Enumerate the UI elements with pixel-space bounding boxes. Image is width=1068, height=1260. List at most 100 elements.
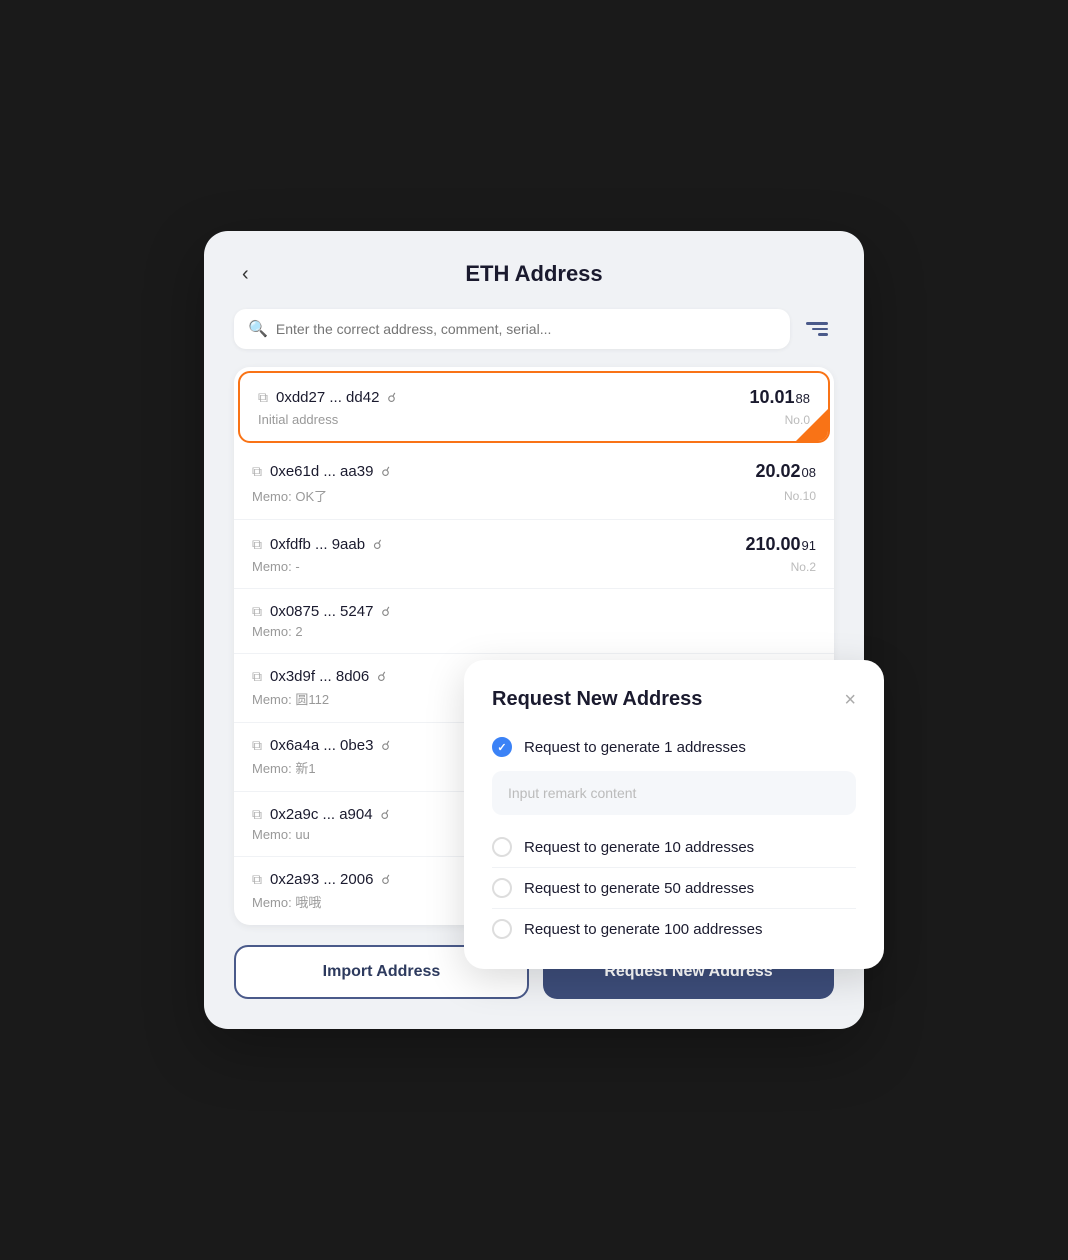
address-row-top: ⧉ 0xfdfb ... 9aab ☌ 210.00 91 [252, 534, 816, 555]
balance-small: 91 [802, 538, 816, 553]
search-input[interactable] [276, 321, 776, 337]
address-left: ⧉ 0xdd27 ... dd42 ☌ [258, 389, 396, 406]
no-badge: No.10 [784, 489, 816, 503]
balance-main: 10.01 [749, 387, 794, 408]
radio-option-2[interactable] [492, 878, 512, 898]
option-row: Request to generate 10 addresses [492, 831, 856, 863]
address-search-icon[interactable]: ☌ [373, 537, 382, 553]
option-row-2: Request to generate 50 addresses [492, 872, 856, 909]
filter-line-2 [812, 328, 828, 331]
divider [492, 867, 856, 868]
radio-option-0[interactable]: ✓ [492, 737, 512, 757]
active-corner [796, 409, 828, 441]
back-button[interactable]: ‹ [234, 259, 257, 290]
address-search-icon[interactable]: ☌ [381, 604, 390, 620]
filter-button[interactable] [800, 316, 834, 342]
address-item[interactable]: ⧉ 0x0875 ... 5247 ☌ Memo: 2 [234, 589, 834, 654]
option-row: Request to generate 50 addresses [492, 872, 856, 904]
radio-option-3[interactable] [492, 919, 512, 939]
balance-small: 88 [796, 391, 810, 406]
radio-check-icon: ✓ [497, 741, 506, 754]
address-left: ⧉ 0x0875 ... 5247 ☌ [252, 603, 390, 620]
memo-text: Memo: uu [252, 827, 310, 842]
address-row-top: ⧉ 0xdd27 ... dd42 ☌ 10.01 88 [258, 387, 810, 408]
address-left: ⧉ 0x2a93 ... 2006 ☌ [252, 871, 390, 888]
address-search-icon[interactable]: ☌ [377, 669, 386, 685]
address-text: 0x2a93 ... 2006 [270, 871, 373, 888]
divider [492, 908, 856, 909]
copy-icon[interactable]: ⧉ [252, 668, 262, 685]
radio-option-1[interactable] [492, 837, 512, 857]
copy-icon[interactable]: ⧉ [252, 737, 262, 754]
address-search-icon[interactable]: ☌ [381, 872, 390, 888]
modal-header: Request New Address × [492, 688, 856, 711]
modal-title: Request New Address [492, 688, 702, 711]
memo-text: Memo: 新1 [252, 758, 316, 777]
balance: 10.01 88 [749, 387, 810, 408]
search-input-wrap: 🔍 [234, 309, 790, 349]
remark-input[interactable] [492, 771, 856, 815]
address-left: ⧉ 0x2a9c ... a904 ☌ [252, 806, 389, 823]
address-row-bottom: Memo: - No.2 [252, 559, 816, 574]
app-container: ‹ ETH Address 🔍 ⧉ 0xdd27 ... dd42 ☌ [204, 231, 864, 1029]
address-row-bottom: Initial address No.0 [258, 412, 810, 427]
address-search-icon[interactable]: ☌ [387, 390, 396, 406]
address-text: 0xfdfb ... 9aab [270, 536, 365, 553]
address-item[interactable]: ⧉ 0xe61d ... aa39 ☌ 20.02 08 Memo: OK了 N… [234, 447, 834, 520]
address-text: 0x0875 ... 5247 [270, 603, 373, 620]
balance-small: 08 [802, 465, 816, 480]
memo-text: Memo: OK了 [252, 486, 327, 505]
copy-icon[interactable]: ⧉ [252, 871, 262, 888]
address-text: 0x2a9c ... a904 [270, 806, 373, 823]
option-label-1: Request to generate 10 addresses [524, 839, 754, 856]
address-text: 0xdd27 ... dd42 [276, 389, 379, 406]
option-label-0: Request to generate 1 addresses [524, 739, 746, 756]
search-icon: 🔍 [248, 319, 268, 339]
copy-icon[interactable]: ⧉ [252, 463, 262, 480]
option-row-3: Request to generate 100 addresses [492, 913, 856, 945]
address-left: ⧉ 0x6a4a ... 0be3 ☌ [252, 737, 390, 754]
memo-text: Memo: - [252, 559, 300, 574]
address-item[interactable]: ⧉ 0xfdfb ... 9aab ☌ 210.00 91 Memo: - No… [234, 520, 834, 589]
request-new-address-modal: Request New Address × ✓ Request to gener… [464, 660, 884, 969]
address-text: 0x3d9f ... 8d06 [270, 668, 369, 685]
option-row-1: Request to generate 10 addresses [492, 831, 856, 868]
copy-icon[interactable]: ⧉ [258, 389, 268, 406]
modal-options: ✓ Request to generate 1 addresses Reques… [492, 731, 856, 945]
copy-icon[interactable]: ⧉ [252, 603, 262, 620]
address-left: ⧉ 0xe61d ... aa39 ☌ [252, 463, 390, 480]
no-badge: No.2 [791, 560, 816, 574]
address-search-icon[interactable]: ☌ [381, 738, 390, 754]
copy-icon[interactable]: ⧉ [252, 806, 262, 823]
copy-icon[interactable]: ⧉ [252, 536, 262, 553]
address-row-bottom: Memo: OK了 No.10 [252, 486, 816, 505]
balance: 210.00 91 [745, 534, 816, 555]
page-title: ETH Address [465, 261, 602, 287]
memo-text: Memo: 哦哦 [252, 892, 321, 911]
option-label-3: Request to generate 100 addresses [524, 921, 763, 938]
address-row-top: ⧉ 0x0875 ... 5247 ☌ [252, 603, 816, 620]
balance: 20.02 08 [755, 461, 816, 482]
address-text: 0xe61d ... aa39 [270, 463, 373, 480]
filter-icon [806, 322, 828, 336]
modal-close-button[interactable]: × [844, 690, 856, 710]
address-left: ⧉ 0xfdfb ... 9aab ☌ [252, 536, 382, 553]
header: ‹ ETH Address [234, 261, 834, 287]
balance-main: 20.02 [755, 461, 800, 482]
option-label-2: Request to generate 50 addresses [524, 880, 754, 897]
option-row: Request to generate 100 addresses [492, 913, 856, 945]
address-row-top: ⧉ 0xe61d ... aa39 ☌ 20.02 08 [252, 461, 816, 482]
address-text: 0x6a4a ... 0be3 [270, 737, 373, 754]
address-left: ⧉ 0x3d9f ... 8d06 ☌ [252, 668, 386, 685]
address-search-icon[interactable]: ☌ [381, 464, 390, 480]
option-row: ✓ Request to generate 1 addresses [492, 731, 856, 763]
filter-line-3 [818, 333, 828, 336]
address-search-icon[interactable]: ☌ [381, 807, 390, 823]
balance-main: 210.00 [745, 534, 800, 555]
memo-text: Memo: 圆112 [252, 689, 329, 708]
address-row-bottom: Memo: 2 [252, 624, 816, 639]
address-item[interactable]: ⧉ 0xdd27 ... dd42 ☌ 10.01 88 Initial add… [238, 371, 830, 443]
filter-line-1 [806, 322, 828, 325]
search-bar: 🔍 [234, 309, 834, 349]
memo-text: Memo: 2 [252, 624, 303, 639]
